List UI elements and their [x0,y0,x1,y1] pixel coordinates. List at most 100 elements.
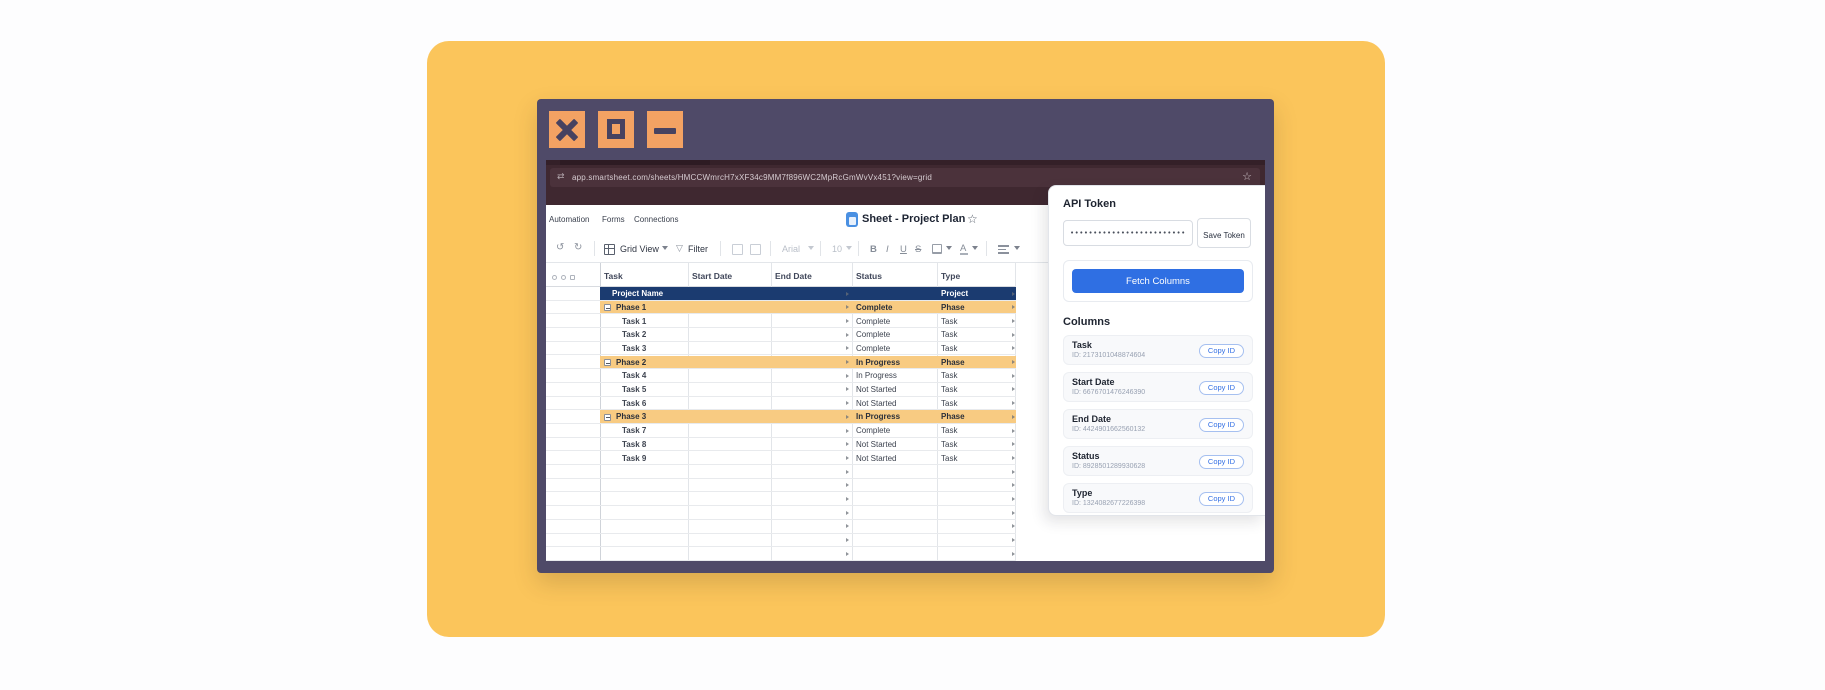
type-cell[interactable]: Task [941,426,957,435]
chevron-down-icon[interactable] [946,246,952,250]
row-height-icon[interactable] [732,244,743,255]
status-cell[interactable]: In Progress [856,358,900,367]
copy-id-button[interactable]: Copy ID [1199,418,1244,432]
column-header-start-date[interactable]: Start Date [692,271,732,281]
type-cell[interactable]: Phase [941,412,965,421]
italic-button[interactable]: I [886,244,889,255]
chevron-down-icon[interactable] [846,246,852,250]
menu-connections[interactable]: Connections [634,215,678,224]
column-header-task[interactable]: Task [604,271,623,281]
filter-icon[interactable]: ▽ [676,243,683,254]
task-cell[interactable]: Task 9 [622,454,646,463]
table-row[interactable]: Task 7CompleteTask [546,424,1016,438]
site-info-icon[interactable]: ⇄ [557,171,565,182]
table-row-empty[interactable] [546,506,1016,520]
strikethrough-button[interactable]: S [915,244,921,255]
status-cell[interactable]: Not Started [856,454,896,463]
type-cell[interactable]: Task [941,330,957,339]
copy-id-button[interactable]: Copy ID [1199,492,1244,506]
close-button[interactable] [549,111,585,148]
maximize-button[interactable] [598,111,634,148]
table-row[interactable]: Phase 2 In Progress Phase [546,356,1016,370]
column-header-type[interactable]: Type [941,271,960,281]
chevron-down-icon[interactable] [972,246,978,250]
status-cell[interactable]: Complete [856,303,892,312]
table-row[interactable]: Project NameProject [546,287,1016,301]
table-row[interactable]: Task 5 Not Started Task [546,383,1016,397]
task-cell[interactable]: Phase 1 [616,303,646,312]
type-cell[interactable]: Task [941,317,957,326]
bookmark-star-icon[interactable]: ☆ [1242,170,1252,183]
status-cell[interactable]: Complete [856,426,890,435]
redo-icon[interactable]: ↻ [574,242,582,253]
column-header-status[interactable]: Status [856,271,882,281]
table-row[interactable]: Phase 1 Complete Phase [546,301,1016,315]
task-cell[interactable]: Phase 2 [616,358,646,367]
chevron-down-icon[interactable] [662,246,668,250]
table-row[interactable]: Task 8 Not Started Task [546,438,1016,452]
font-size-selector[interactable]: 10 [832,244,842,254]
menu-forms[interactable]: Forms [602,215,625,224]
view-selector[interactable]: Grid View [620,244,659,254]
type-cell[interactable]: Phase [941,358,965,367]
table-row-empty[interactable] [546,520,1016,534]
table-row-empty[interactable] [546,465,1016,479]
task-cell[interactable]: Task 5 [622,385,646,394]
status-cell[interactable]: Complete [856,330,890,339]
font-family-selector[interactable]: Arial [782,244,800,254]
bold-button[interactable]: B [870,244,877,255]
task-cell[interactable]: Task 4 [622,371,646,380]
table-row-empty[interactable] [546,493,1016,507]
filter-button[interactable]: Filter [688,244,708,254]
status-cell[interactable]: In Progress [856,412,900,421]
save-token-button[interactable]: Save Token [1197,218,1251,248]
status-cell[interactable]: Not Started [856,399,896,408]
status-cell[interactable]: Not Started [856,385,896,394]
menu-automation[interactable]: Automation [549,215,589,224]
table-row[interactable]: Task 6 Not Started Task [546,397,1016,411]
type-cell[interactable]: Task [941,440,957,449]
table-row[interactable]: Task 2 Complete Task [546,328,1016,342]
api-token-input[interactable] [1063,220,1193,246]
type-cell[interactable]: Task [941,399,957,408]
type-cell[interactable]: Project [941,289,968,298]
table-row[interactable]: Task 1 Complete Task [546,314,1016,328]
copy-id-button[interactable]: Copy ID [1199,455,1244,469]
url-text[interactable]: app.smartsheet.com/sheets/HMCCWmrcH7xXF3… [572,173,932,182]
status-cell[interactable]: Not Started [856,440,896,449]
type-cell[interactable]: Task [941,385,957,394]
type-cell[interactable]: Task [941,344,957,353]
task-cell[interactable]: Task 3 [622,344,646,353]
task-cell[interactable]: Task 8 [622,440,646,449]
table-row-empty[interactable] [546,534,1016,548]
table-row[interactable]: Task 3 Complete Task [546,342,1016,356]
column-header-end-date[interactable]: End Date [775,271,812,281]
task-cell[interactable]: Task 2 [622,330,646,339]
undo-icon[interactable]: ↺ [556,242,564,253]
collapse-toggle-icon[interactable] [604,414,611,421]
grid-view-icon[interactable] [604,244,615,255]
table-row-empty[interactable] [546,479,1016,493]
status-cell[interactable]: In Progress [856,371,897,380]
copy-id-button[interactable]: Copy ID [1199,344,1244,358]
type-cell[interactable]: Phase [941,303,965,312]
browser-tab[interactable] [560,160,710,165]
minimize-button[interactable] [647,111,683,148]
copy-id-button[interactable]: Copy ID [1199,381,1244,395]
task-cell[interactable]: Task 6 [622,399,646,408]
chevron-down-icon[interactable] [1014,246,1020,250]
align-icon[interactable] [998,245,1009,254]
font-color-icon[interactable]: A [960,243,966,254]
table-row[interactable]: Task 4 In Progress Task [546,369,1016,383]
fill-color-icon[interactable] [932,244,942,254]
collapse-toggle-icon[interactable] [604,359,611,366]
fetch-columns-button[interactable]: Fetch Columns [1072,269,1244,293]
favorite-star-icon[interactable]: ☆ [967,212,978,226]
table-row-empty[interactable] [546,547,1016,561]
collapse-toggle-icon[interactable] [604,304,611,311]
status-cell[interactable]: Complete [856,344,890,353]
task-cell[interactable]: Task 1 [622,317,646,326]
status-cell[interactable]: Complete [856,317,890,326]
type-cell[interactable]: Task [941,371,957,380]
table-row[interactable]: Task 9Not StartedTask [546,451,1016,465]
